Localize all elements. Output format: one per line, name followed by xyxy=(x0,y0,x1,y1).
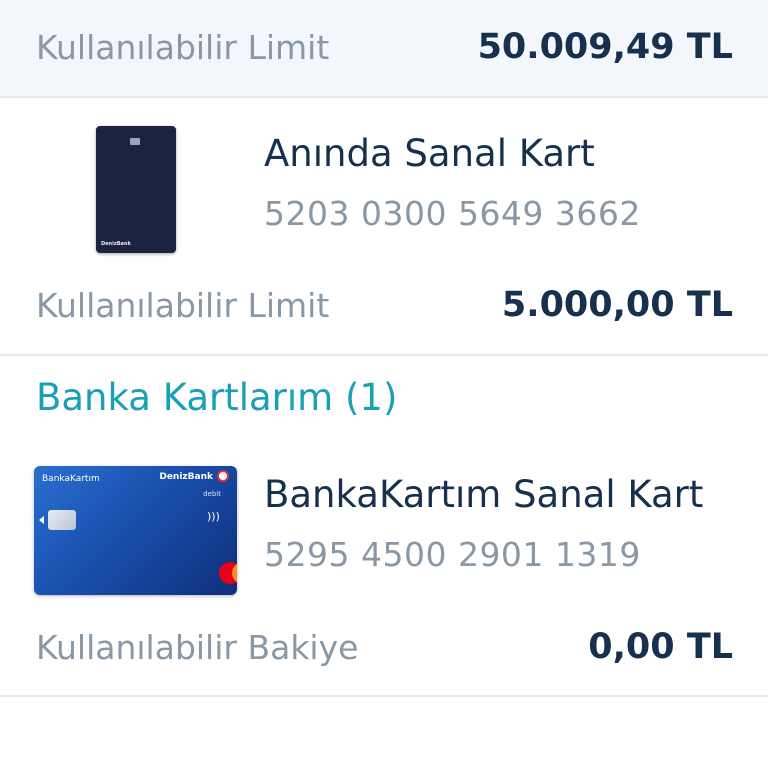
total-limit-bar: Kullanılabilir Limit 50.009,49 TL xyxy=(0,0,768,98)
virtual-card-limit-label: Kullanılabilir Limit xyxy=(36,286,330,325)
debit-card-title[interactable]: BankaKartım Sanal Kart xyxy=(264,473,703,516)
debit-card-image[interactable]: BankaKartım DenizBank debit ))) xyxy=(34,466,237,595)
card-chip-icon xyxy=(130,138,140,145)
contactless-icon: ))) xyxy=(207,510,220,523)
card-brand-text: DenizBank xyxy=(101,241,131,247)
total-limit-label: Kullanılabilir Limit xyxy=(36,28,330,67)
card-product-text: BankaKartım xyxy=(42,474,100,484)
mastercard-logo-icon xyxy=(219,562,237,584)
card-type-text: debit xyxy=(203,490,221,498)
debit-card-number: 5295 4500 2901 1319 xyxy=(264,535,641,574)
total-limit-value: 50.009,49 TL xyxy=(477,27,733,67)
section-divider xyxy=(0,354,768,356)
card-bank-text: DenizBank xyxy=(159,472,213,482)
virtual-card-number: 5203 0300 5649 3662 xyxy=(264,194,641,233)
debit-card-balance-label: Kullanılabilir Bakiye xyxy=(36,628,359,667)
virtual-card-title[interactable]: Anında Sanal Kart xyxy=(264,132,595,175)
denizbank-logo-icon xyxy=(217,470,229,482)
virtual-card-limit-value: 5.000,00 TL xyxy=(501,285,733,325)
card-chip-icon xyxy=(48,510,76,530)
bottom-divider xyxy=(0,695,768,697)
debit-card-balance-value: 0,00 TL xyxy=(588,627,733,667)
debit-cards-section-title: Banka Kartlarım (1) xyxy=(36,376,398,419)
arrow-marker-icon xyxy=(39,516,44,524)
virtual-card-image[interactable]: DenizBank xyxy=(96,126,176,253)
cards-screen: Kullanılabilir Limit 50.009,49 TL DenizB… xyxy=(0,0,768,768)
